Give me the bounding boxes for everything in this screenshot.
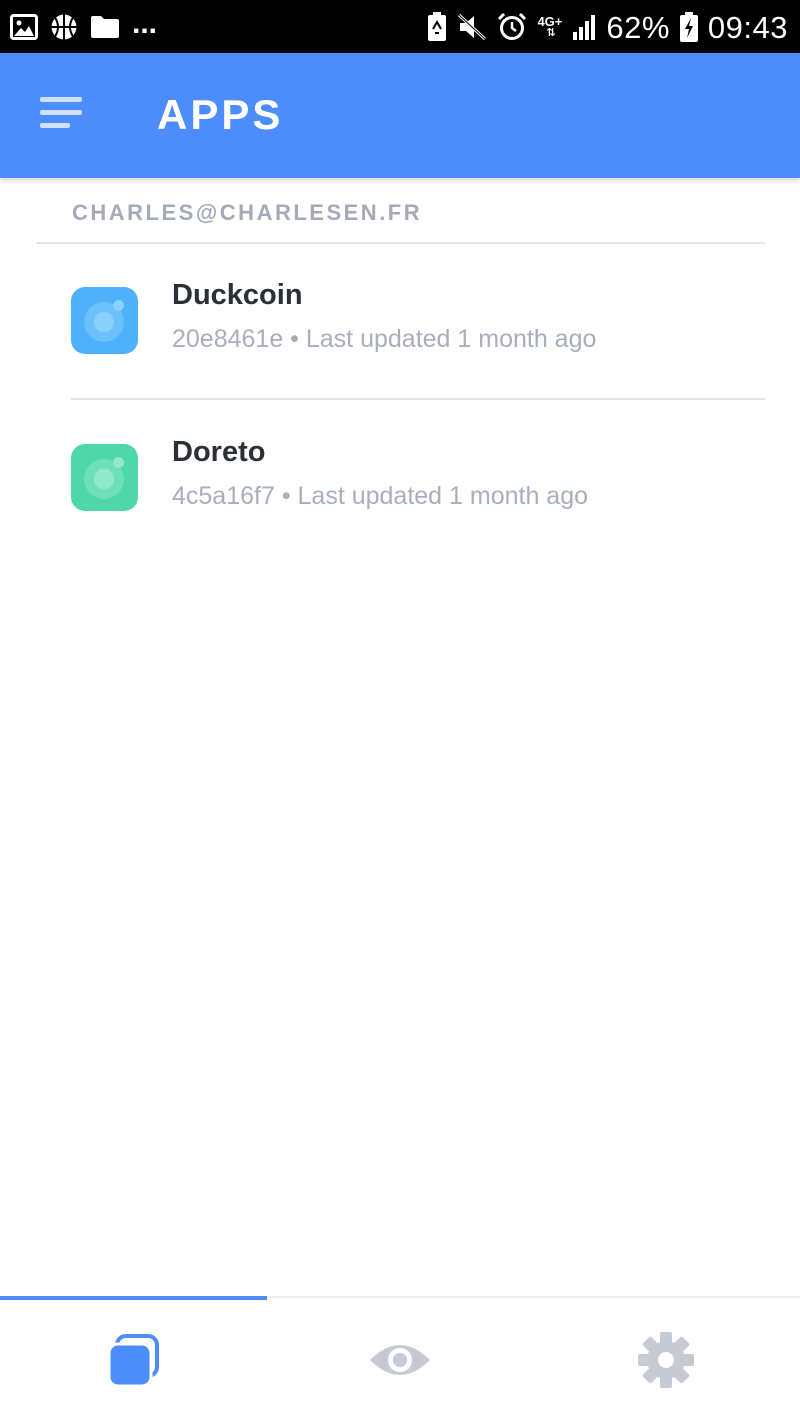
app-name: Duckcoin	[172, 279, 303, 311]
apps-icon	[105, 1332, 161, 1393]
divider	[36, 242, 765, 244]
battery-charging-icon	[679, 12, 698, 42]
bottom-navigation	[0, 1296, 800, 1424]
image-icon	[10, 14, 38, 40]
battery-percentage: 62%	[606, 9, 670, 45]
status-bar-notifications: ...	[10, 7, 158, 44]
app-icon	[71, 287, 138, 354]
app-name: Doreto	[172, 436, 266, 468]
hamburger-line	[40, 123, 70, 128]
app-meta: 4c5a16f7 • Last updated 1 month ago	[172, 482, 589, 510]
alarm-icon	[497, 12, 527, 42]
clock: 09:43	[707, 9, 788, 45]
app-icon-dot	[113, 300, 124, 311]
app-list-item-doreto[interactable]: Doreto 4c5a16f7 • Last updated 1 month a…	[0, 414, 800, 544]
tab-apps[interactable]	[0, 1300, 266, 1424]
battery-saver-icon	[427, 12, 447, 42]
basketball-icon	[50, 13, 78, 41]
tab-settings[interactable]	[533, 1300, 799, 1424]
hamburger-menu-button[interactable]	[40, 97, 84, 131]
app-meta: 20e8461e • Last updated 1 month ago	[172, 325, 597, 353]
data-arrows-icon: ⇅	[546, 27, 555, 39]
app-list-item-duckcoin[interactable]: Duckcoin 20e8461e • Last updated 1 month…	[0, 257, 800, 387]
tab-monitor[interactable]	[267, 1300, 533, 1424]
hamburger-line	[40, 110, 82, 115]
status-bar-system: 4G+ ⇅ 62% 09:43	[427, 8, 788, 46]
app-icon-dot	[113, 457, 124, 468]
status-bar: ... 4G+ ⇅ 62% 09:43	[0, 0, 800, 53]
account-email-header: CHARLES@CHARLESEN.FR	[72, 200, 423, 225]
network-indicator: 4G+ ⇅	[537, 15, 562, 39]
app-icon	[71, 444, 138, 511]
app-icon-core	[94, 312, 114, 332]
notification-overflow: ...	[132, 7, 158, 40]
signal-strength-icon	[572, 14, 596, 40]
eye-icon	[368, 1338, 432, 1387]
app-bar: APPS	[0, 53, 800, 178]
app-icon-core	[94, 469, 114, 489]
divider	[71, 398, 765, 400]
settings-gear-icon	[637, 1331, 695, 1394]
page-title: APPS	[157, 91, 284, 138]
folder-icon	[90, 15, 120, 39]
mute-icon	[457, 13, 487, 41]
hamburger-menu-icon	[40, 97, 82, 102]
